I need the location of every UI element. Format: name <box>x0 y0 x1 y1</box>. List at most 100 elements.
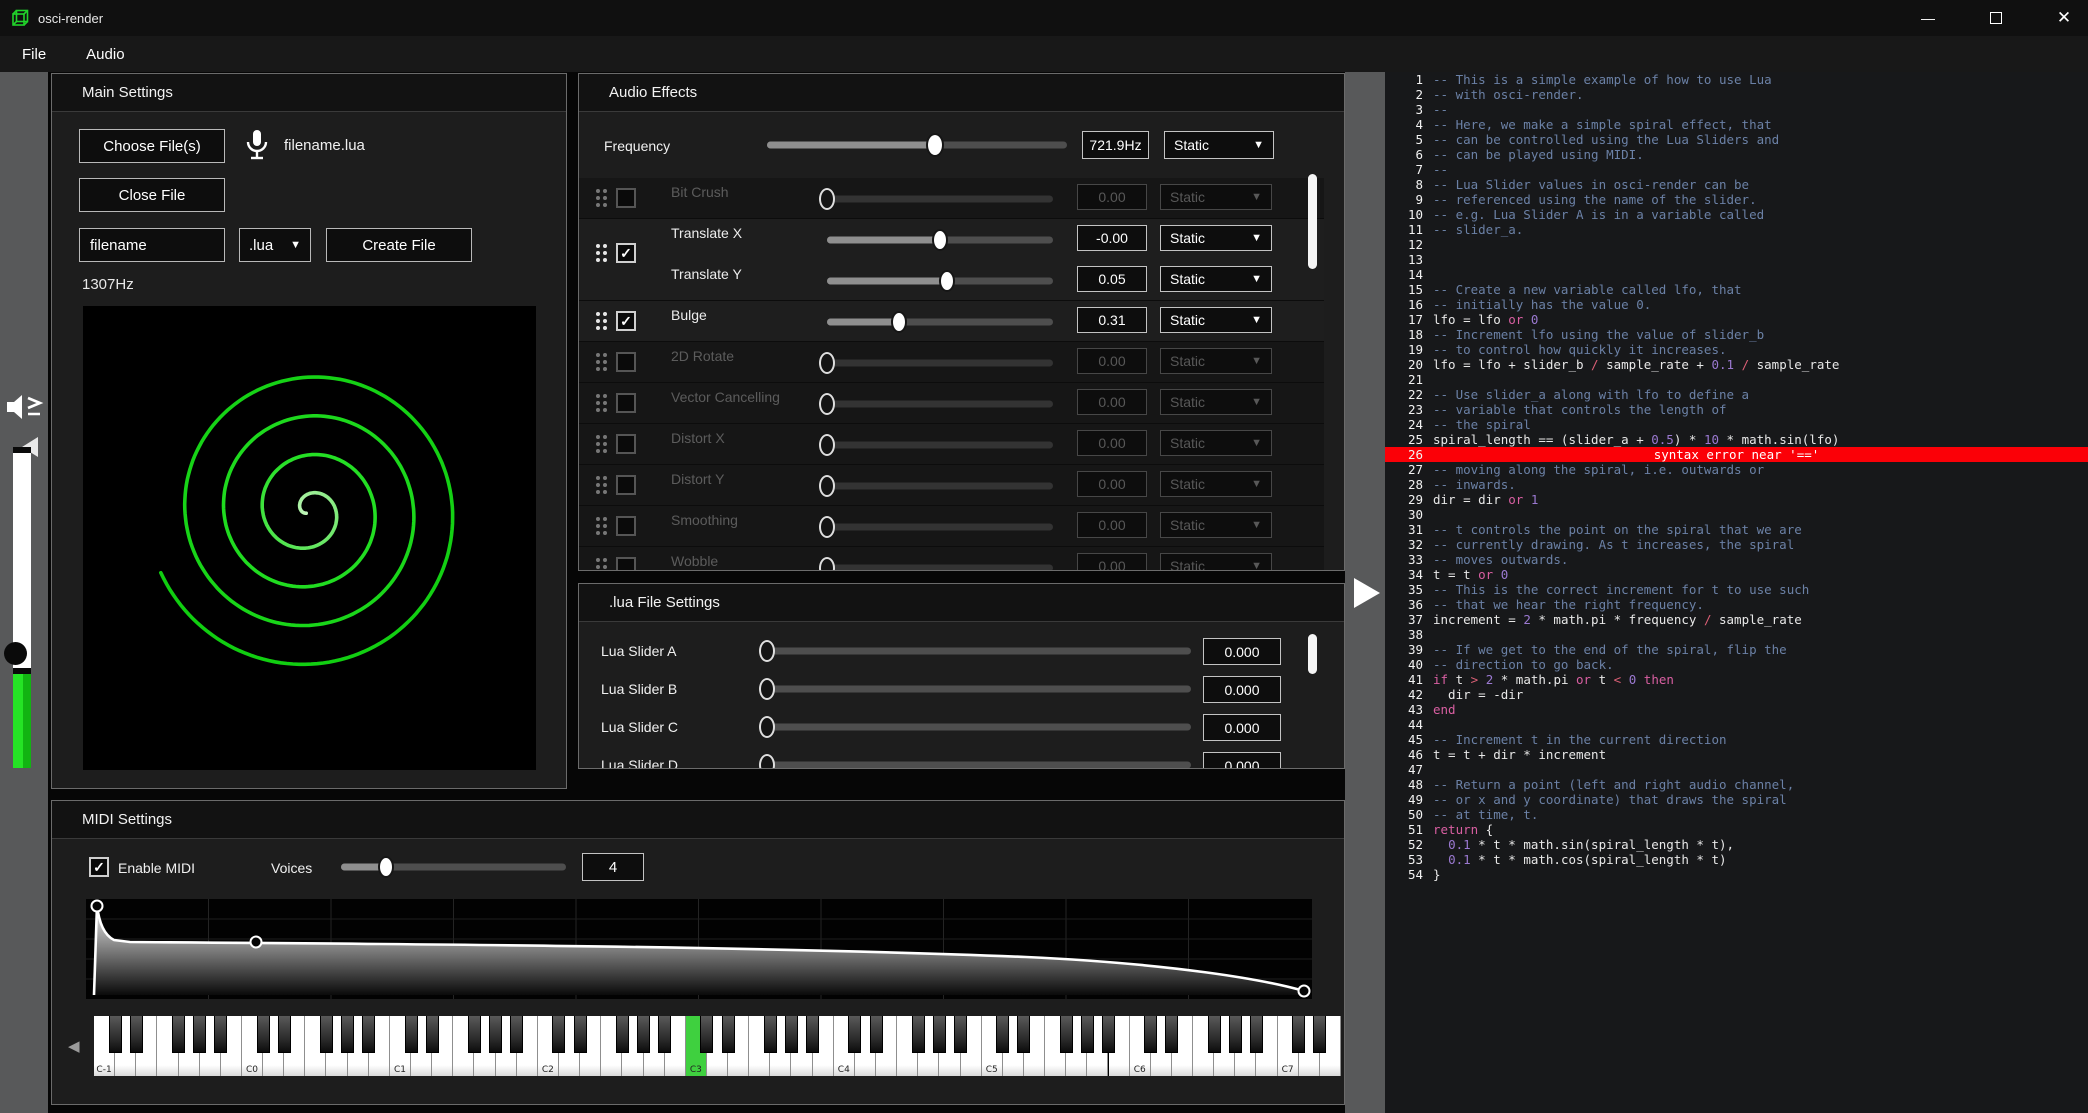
piano-key-black[interactable] <box>1292 1016 1305 1053</box>
code-line[interactable]: 38 <box>1385 627 2088 642</box>
piano-key-black[interactable] <box>1102 1016 1115 1053</box>
piano-key-black[interactable] <box>700 1016 713 1053</box>
piano-key-black[interactable] <box>489 1016 502 1053</box>
code-line[interactable]: 19-- to control how quickly it increases… <box>1385 342 2088 357</box>
filename-input[interactable]: filename <box>79 228 225 262</box>
effect-slider[interactable] <box>827 307 1053 337</box>
piano-key-black[interactable] <box>1060 1016 1073 1053</box>
effects-scrollbar[interactable] <box>1308 174 1317 269</box>
lua-slider-value[interactable]: 0.000 <box>1203 676 1281 703</box>
code-line[interactable]: 3-- <box>1385 102 2088 117</box>
code-line[interactable]: 35-- This is the correct increment for t… <box>1385 582 2088 597</box>
effect-mode-dropdown[interactable]: Static▼ <box>1160 512 1272 538</box>
effect-slider[interactable] <box>767 674 1191 704</box>
close-button[interactable]: ✕ <box>2050 4 2078 32</box>
code-line[interactable]: 26syntax error near '==' <box>1385 447 2088 462</box>
code-line[interactable]: 23-- variable that controls the length o… <box>1385 402 2088 417</box>
code-line[interactable]: 33-- moves outwards. <box>1385 552 2088 567</box>
code-line[interactable]: 50-- at time, t. <box>1385 807 2088 822</box>
effect-value[interactable]: 0.00 <box>1077 348 1147 374</box>
piano-key-black[interactable] <box>109 1016 122 1053</box>
code-line[interactable]: 15-- Create a new variable called lfo, t… <box>1385 282 2088 297</box>
code-line[interactable]: 34t = t or 0 <box>1385 567 2088 582</box>
effect-slider[interactable] <box>827 471 1053 501</box>
effect-slider[interactable] <box>767 750 1191 768</box>
code-line[interactable]: 42 dir = -dir <box>1385 687 2088 702</box>
piano-key-black[interactable] <box>257 1016 270 1053</box>
piano-key-black[interactable] <box>996 1016 1009 1053</box>
effect-slider[interactable] <box>767 712 1191 742</box>
code-line[interactable]: 36-- that we hear the right frequency. <box>1385 597 2088 612</box>
piano-key-black[interactable] <box>130 1016 143 1053</box>
effect-value[interactable]: 0.00 <box>1077 512 1147 538</box>
effect-slider[interactable] <box>827 266 1053 296</box>
code-line[interactable]: 51return { <box>1385 822 2088 837</box>
minimize-button[interactable]: — <box>1914 4 1942 32</box>
code-line[interactable]: 17lfo = lfo or 0 <box>1385 312 2088 327</box>
piano-key-black[interactable] <box>172 1016 185 1053</box>
piano-key-black[interactable] <box>637 1016 650 1053</box>
piano-key-black[interactable] <box>806 1016 819 1053</box>
envelope-point-release[interactable] <box>1299 986 1310 997</box>
code-line[interactable]: 27-- moving along the spiral, i.e. outwa… <box>1385 462 2088 477</box>
piano-key-black[interactable] <box>278 1016 291 1053</box>
code-line[interactable]: 39-- If we get to the end of the spiral,… <box>1385 642 2088 657</box>
piano-key-black[interactable] <box>954 1016 967 1053</box>
code-line[interactable]: 12 <box>1385 237 2088 252</box>
code-line[interactable]: 5-- can be controlled using the Lua Slid… <box>1385 132 2088 147</box>
piano-key-black[interactable] <box>658 1016 671 1053</box>
midi-keyboard[interactable]: C-1C0C1C2C3C4C5C6C7 <box>94 1016 1341 1076</box>
midi-envelope[interactable] <box>86 899 1312 999</box>
code-line[interactable]: 53 0.1 * t * math.cos(spiral_length * t) <box>1385 852 2088 867</box>
code-line[interactable]: 2-- with osci-render. <box>1385 87 2088 102</box>
piano-key-black[interactable] <box>722 1016 735 1053</box>
frequency-slider[interactable] <box>767 130 1067 160</box>
effect-mode-dropdown[interactable]: Static▼ <box>1160 430 1272 456</box>
code-line[interactable]: 30 <box>1385 507 2088 522</box>
effect-value[interactable]: 0.00 <box>1077 553 1147 570</box>
envelope-point-attack[interactable] <box>92 901 103 912</box>
effect-value[interactable]: 0.31 <box>1077 307 1147 333</box>
lua-code-editor[interactable]: 1-- This is a simple example of how to u… <box>1385 72 2088 1113</box>
effect-mode-dropdown[interactable]: Static▼ <box>1160 307 1272 333</box>
code-line[interactable]: 7-- <box>1385 162 2088 177</box>
frequency-value[interactable]: 721.9Hz <box>1082 131 1149 159</box>
frequency-mode-dropdown[interactable]: Static ▼ <box>1164 131 1274 159</box>
piano-key-black[interactable] <box>320 1016 333 1053</box>
code-line[interactable]: 4-- Here, we make a simple spiral effect… <box>1385 117 2088 132</box>
piano-key-black[interactable] <box>933 1016 946 1053</box>
piano-key-black[interactable] <box>785 1016 798 1053</box>
code-line[interactable]: 47 <box>1385 762 2088 777</box>
piano-key-black[interactable] <box>1313 1016 1326 1053</box>
enable-midi-checkbox[interactable]: ✓ <box>89 857 109 877</box>
piano-key-black[interactable] <box>552 1016 565 1053</box>
effect-value[interactable]: 0.00 <box>1077 184 1147 210</box>
effect-slider[interactable] <box>827 348 1053 378</box>
code-line[interactable]: 49-- or x and y coordinate) that draws t… <box>1385 792 2088 807</box>
volume-slider-thumb[interactable] <box>4 642 27 665</box>
effect-value[interactable]: -0.00 <box>1077 225 1147 251</box>
piano-key-black[interactable] <box>616 1016 629 1053</box>
code-line[interactable]: 52 0.1 * t * math.sin(spiral_length * t)… <box>1385 837 2088 852</box>
microphone-icon[interactable] <box>244 128 270 164</box>
effect-mode-dropdown[interactable]: Static▼ <box>1160 348 1272 374</box>
code-line[interactable]: 10-- e.g. Lua Slider A is in a variable … <box>1385 207 2088 222</box>
piano-key-black[interactable] <box>764 1016 777 1053</box>
piano-key-black[interactable] <box>870 1016 883 1053</box>
effect-mode-dropdown[interactable]: Static▼ <box>1160 553 1272 570</box>
piano-key-black[interactable] <box>1208 1016 1221 1053</box>
code-line[interactable]: 22-- Use slider_a along with lfo to defi… <box>1385 387 2088 402</box>
lua-slider-value[interactable]: 0.000 <box>1203 752 1281 768</box>
menu-file[interactable]: File <box>14 42 54 67</box>
code-line[interactable]: 8-- Lua Slider values in osci-render can… <box>1385 177 2088 192</box>
effect-slider[interactable] <box>827 225 1053 255</box>
code-line[interactable]: 37increment = 2 * math.pi * frequency / … <box>1385 612 2088 627</box>
code-line[interactable]: 16-- initially has the value 0. <box>1385 297 2088 312</box>
code-line[interactable]: 41if t > 2 * math.pi or t < 0 then <box>1385 672 2088 687</box>
code-line[interactable]: 31-- t controls the point on the spiral … <box>1385 522 2088 537</box>
piano-key-black[interactable] <box>1250 1016 1263 1053</box>
create-file-button[interactable]: Create File <box>326 228 472 262</box>
code-line[interactable]: 54} <box>1385 867 2088 882</box>
code-line[interactable]: 13 <box>1385 252 2088 267</box>
menu-audio[interactable]: Audio <box>78 42 132 67</box>
